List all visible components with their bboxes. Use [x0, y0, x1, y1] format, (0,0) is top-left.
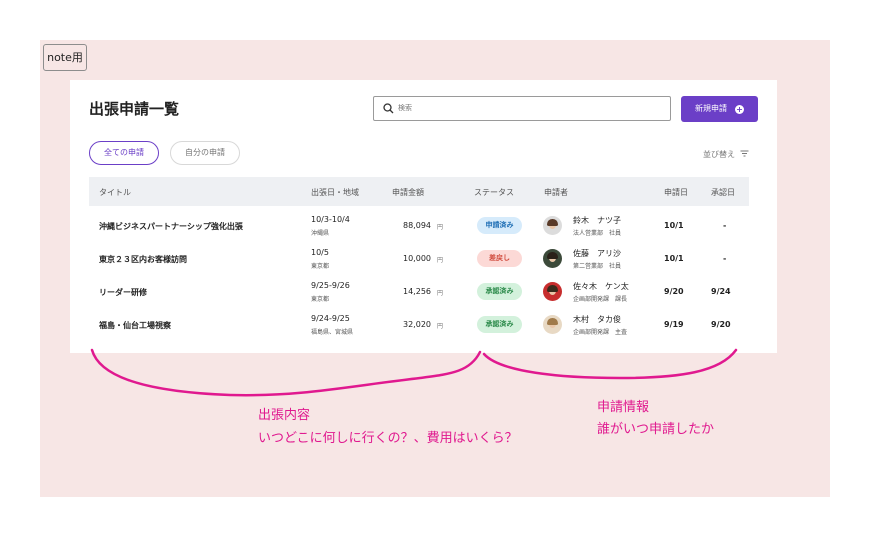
left-brace-curve [90, 348, 482, 397]
annotation-right-text: 誰がいつ申請したか [597, 422, 715, 437]
annotation-right-title: 申請情報 [597, 400, 650, 415]
right-brace-curve [482, 348, 738, 380]
annotation-left-text: いつどこに何しに行くの？、費用はいくら？ [258, 431, 518, 446]
annotation-brackets [90, 348, 738, 397]
annotation-left-title: 出張内容 [258, 408, 311, 423]
